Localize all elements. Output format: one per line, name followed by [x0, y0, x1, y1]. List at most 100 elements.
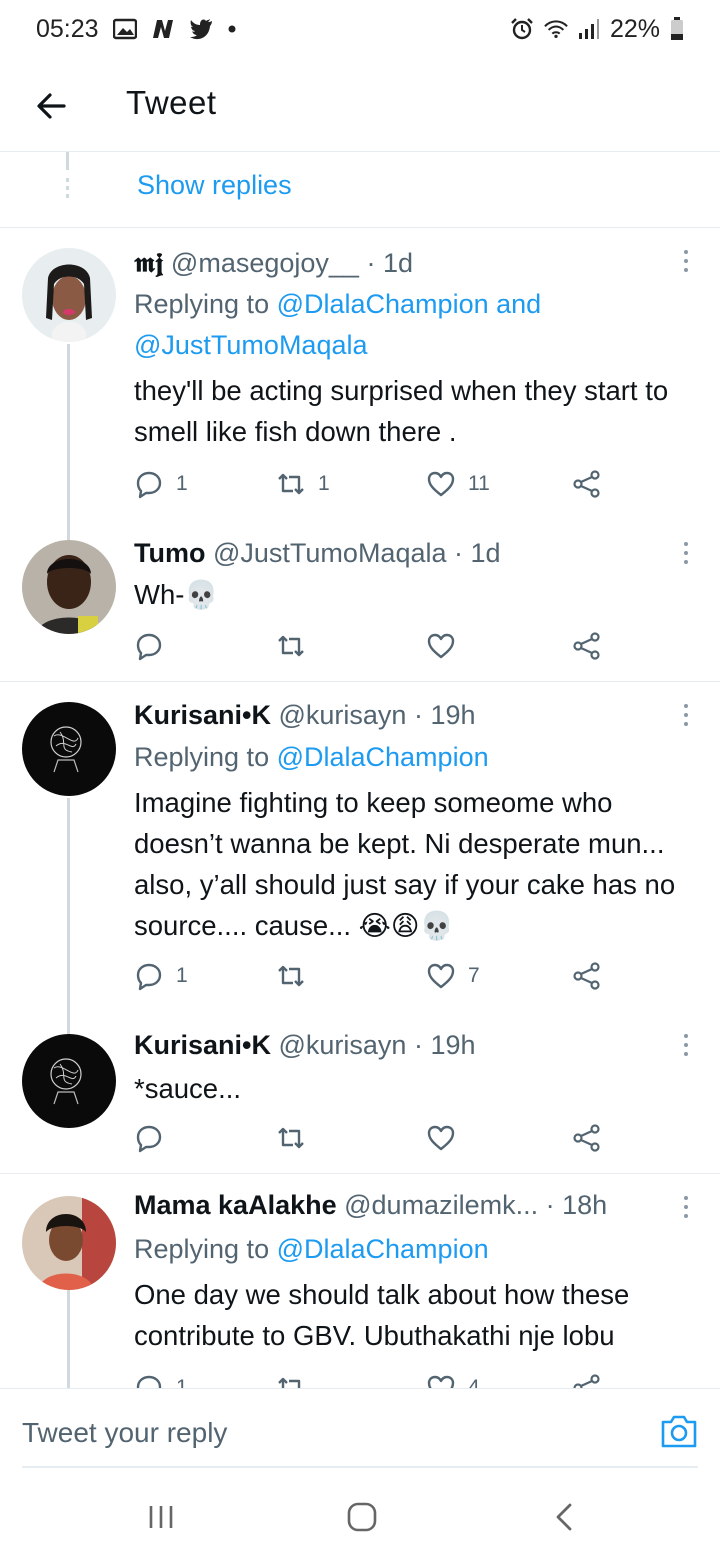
display-name[interactable]: Mama kaAlakhe	[134, 1190, 337, 1220]
tweet-dumazilemk[interactable]: Mama kaAlakhe @dumazilemk... · 18h Reply…	[0, 1174, 720, 1388]
show-replies-row[interactable]: Show replies	[0, 152, 720, 228]
replying-to: Replying to @DlalaChampion	[134, 1234, 489, 1264]
display-name[interactable]: Tumo	[134, 538, 205, 568]
like-button[interactable]	[426, 1122, 468, 1154]
thread-line	[67, 1018, 70, 1032]
tweet-header: 𝖒𝖏 @masegojoy__ · 1d	[134, 248, 413, 280]
retweet-button[interactable]	[276, 1122, 318, 1154]
tweet-kurisayn[interactable]: Kurisani•K @kurisayn · 19h Replying to @…	[0, 682, 720, 1034]
avatar[interactable]	[22, 1034, 116, 1128]
image-icon	[112, 18, 137, 40]
display-name[interactable]: 𝖒𝖏	[134, 248, 163, 279]
handle[interactable]: @kurisayn	[279, 700, 407, 730]
tweet-text: Imagine fighting to keep someome who doe…	[134, 787, 676, 941]
signal-icon	[578, 19, 599, 39]
handle[interactable]: @dumazilemk...	[344, 1190, 538, 1220]
share-button[interactable]	[572, 960, 602, 992]
tweet-header: Tumo @JustTumoMaqala · 1d	[134, 538, 501, 569]
show-replies-link[interactable]: Show replies	[137, 170, 292, 201]
tweet-actions	[134, 1122, 614, 1154]
reply-icon	[136, 633, 162, 661]
retweet-button[interactable]: 1	[276, 468, 330, 500]
home-icon[interactable]	[346, 1502, 378, 1532]
avatar[interactable]	[22, 1196, 116, 1290]
reply-composer: Tweet your reply	[0, 1388, 720, 1468]
share-button[interactable]	[572, 468, 602, 500]
share-button[interactable]	[572, 1372, 602, 1388]
reply-button[interactable]: 1	[134, 1372, 188, 1388]
reply-button[interactable]: 1	[134, 468, 188, 500]
heart-icon	[427, 963, 455, 989]
replying-to: Replying to @DlalaChampion and @JustTumo…	[134, 289, 542, 360]
retweet-button[interactable]	[276, 960, 318, 992]
like-count: 4	[468, 1376, 480, 1388]
reply-count: 1	[176, 1376, 188, 1388]
more-options-icon[interactable]	[682, 250, 690, 276]
system-nav-bar	[0, 1468, 720, 1560]
more-options-icon[interactable]	[682, 542, 690, 568]
retweet-icon	[278, 1377, 301, 1388]
heart-icon	[427, 1375, 455, 1388]
replying-mentions[interactable]: @DlalaChampion	[277, 742, 489, 772]
tweet-masegojoy[interactable]: 𝖒𝖏 @masegojoy__ · 1d Replying to @DlalaC…	[0, 228, 720, 544]
timestamp: · 19h	[413, 1030, 476, 1060]
like-button[interactable]: 4	[426, 1372, 480, 1388]
thread-dots	[66, 178, 69, 202]
timestamp: · 1d	[454, 538, 501, 568]
share-button[interactable]	[572, 1122, 602, 1154]
avatar[interactable]	[22, 540, 116, 634]
timestamp: · 19h	[413, 700, 476, 730]
timestamp: · 1d	[366, 248, 413, 278]
reply-icon	[136, 963, 162, 991]
reply-count: 1	[176, 964, 188, 987]
twitter-icon	[189, 19, 212, 40]
reply-button[interactable]: 1	[134, 960, 188, 992]
reply-input[interactable]: Tweet your reply	[22, 1417, 227, 1449]
avatar[interactable]	[22, 248, 116, 342]
wifi-icon	[544, 20, 568, 39]
handle[interactable]: @masegojoy__	[171, 248, 359, 278]
recent-apps-icon[interactable]	[145, 1502, 177, 1532]
retweet-button[interactable]	[276, 1372, 318, 1388]
replying-mentions[interactable]: @DlalaChampion	[277, 1234, 489, 1264]
tweet-justtumomaqala[interactable]: Tumo @JustTumoMaqala · 1d Wh-💀	[0, 528, 720, 682]
reply-button[interactable]	[134, 1122, 176, 1154]
like-button[interactable]: 11	[426, 468, 490, 500]
reply-button[interactable]	[134, 630, 176, 662]
like-count: 7	[468, 964, 480, 987]
heart-icon	[427, 633, 455, 659]
like-count: 11	[468, 472, 490, 495]
display-name[interactable]: Kurisani•K	[134, 1030, 271, 1060]
tweet-header: Mama kaAlakhe @dumazilemk... · 18h	[134, 1190, 607, 1221]
more-options-icon[interactable]	[682, 1196, 690, 1222]
status-bar: 05:23 22%	[0, 0, 720, 58]
back-icon[interactable]	[548, 1502, 580, 1532]
top-app-bar: Tweet	[0, 58, 720, 152]
status-time: 05:23	[36, 14, 99, 43]
retweet-button[interactable]	[276, 630, 318, 662]
reply-icon	[136, 1125, 162, 1153]
avatar[interactable]	[22, 702, 116, 796]
heart-icon	[427, 1125, 455, 1151]
share-button[interactable]	[572, 630, 602, 662]
thread-line	[67, 528, 70, 540]
reply-count: 1	[176, 472, 188, 495]
tweet-kurisayn-sauce[interactable]: Kurisani•K @kurisayn · 19h *sauce...	[0, 1018, 720, 1174]
tweet-header: Kurisani•K @kurisayn · 19h	[134, 1030, 476, 1061]
display-name[interactable]: Kurisani•K	[134, 700, 271, 730]
thread-line	[67, 344, 70, 544]
camera-icon[interactable]	[660, 1413, 698, 1449]
battery-percent: 22%	[609, 14, 660, 43]
timestamp: · 18h	[545, 1190, 608, 1220]
page-title: Tweet	[126, 84, 217, 121]
handle[interactable]: @JustTumoMaqala	[213, 538, 447, 568]
like-button[interactable]: 7	[426, 960, 480, 992]
handle[interactable]: @kurisayn	[279, 1030, 407, 1060]
n-icon	[152, 20, 173, 38]
thread-line	[67, 1290, 70, 1388]
arrow-left-icon[interactable]	[32, 86, 72, 126]
more-options-icon[interactable]	[682, 1034, 690, 1060]
share-icon	[573, 632, 600, 660]
more-options-icon[interactable]	[682, 704, 690, 730]
like-button[interactable]	[426, 630, 468, 662]
